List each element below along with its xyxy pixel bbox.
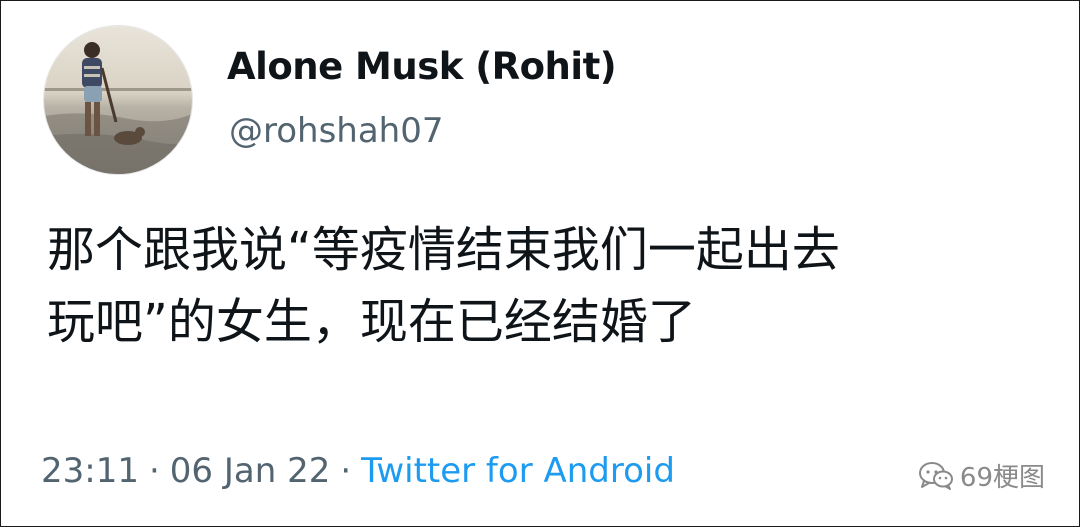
tweet-source-link[interactable]: Twitter for Android bbox=[361, 451, 675, 491]
profile-photo-icon bbox=[44, 26, 192, 174]
watermark-text: 69梗图 bbox=[959, 463, 1045, 493]
user-handle[interactable]: @rohshah07 bbox=[229, 111, 444, 151]
avatar[interactable] bbox=[43, 25, 193, 175]
tweet-date[interactable]: 06 Jan 22 bbox=[170, 451, 331, 491]
tweet-meta: 23:11 · 06 Jan 22 · Twitter for Android bbox=[41, 451, 675, 491]
meta-separator: · bbox=[148, 451, 160, 491]
tweet-text-line-1: 那个跟我说“等疫情结束我们一起出去 bbox=[47, 222, 840, 278]
tweet-text: 那个跟我说“等疫情结束我们一起出去 玩吧”的女生，现在已经结婚了 bbox=[47, 214, 1047, 358]
tweet-text-line-2: 玩吧”的女生，现在已经结婚了 bbox=[47, 294, 696, 350]
tweet-card: Alone Musk (Rohit) @rohshah07 那个跟我说“等疫情结… bbox=[0, 0, 1080, 527]
watermark: 69梗图 bbox=[918, 457, 1045, 494]
meta-separator-2: · bbox=[340, 451, 352, 491]
tweet-time[interactable]: 23:11 bbox=[41, 451, 139, 491]
wechat-icon bbox=[918, 461, 954, 491]
display-name[interactable]: Alone Musk (Rohit) bbox=[227, 45, 617, 88]
